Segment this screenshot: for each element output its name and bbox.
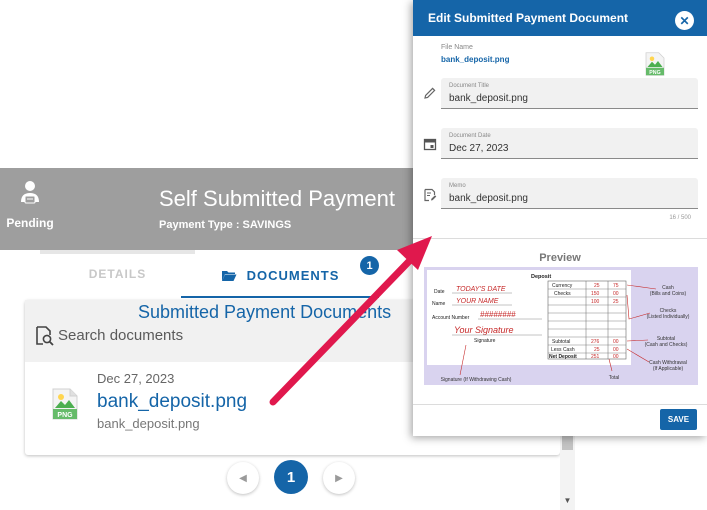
- document-title-value: bank_deposit.png: [449, 93, 528, 104]
- documents-count-badge: 1: [360, 256, 379, 275]
- page-subtitle: Payment Type : SAVINGS: [159, 219, 292, 231]
- slip-name-value: YOUR NAME: [456, 298, 499, 305]
- slip-row-0-dollars: 25: [594, 283, 600, 289]
- user-clock-icon: [21, 181, 39, 204]
- slip-row-1-dollars: 150: [591, 291, 600, 297]
- slip-signature-value: Your Signature: [454, 325, 514, 335]
- slip-row-2-cents: 25: [613, 299, 619, 305]
- folder-open-icon: [221, 270, 237, 281]
- svg-text:Cash Withdrawal(If Applicable): Cash Withdrawal (If Applicable): [649, 360, 687, 372]
- slip-name-label: Name: [432, 301, 446, 307]
- slip-row-3-dollars: 276: [591, 339, 600, 345]
- document-date-value: Dec 27, 2023: [449, 143, 509, 154]
- document-preview-image: Deposit Date TODAY'S DATE Name YOUR NAME…: [424, 267, 698, 385]
- document-search-icon: [36, 326, 54, 346]
- document-title-field[interactable]: Document Title bank_deposit.png: [441, 78, 698, 109]
- document-filename: bank_deposit.png: [97, 416, 200, 431]
- note-signature: Signature (If Withdrawing Cash): [441, 377, 512, 383]
- slip-heading: Deposit: [531, 274, 551, 280]
- chevron-right-icon: ▶: [335, 472, 343, 484]
- preview-title: Preview: [539, 252, 581, 264]
- pagination-current-page[interactable]: 1: [274, 460, 308, 494]
- png-file-icon: PNG: [645, 52, 665, 76]
- slip-row-5-cents: 00: [613, 354, 619, 360]
- svg-text:Checks(Listed Individually): Checks (Listed Individually): [647, 308, 690, 320]
- pagination-next-button[interactable]: ▶: [323, 462, 355, 494]
- svg-text:PNG: PNG: [649, 70, 660, 76]
- page-title: Self Submitted Payment: [159, 186, 396, 211]
- document-date-field[interactable]: Document Date Dec 27, 2023: [441, 128, 698, 159]
- svg-text:Subtotal(Cash and Checks): Subtotal (Cash and Checks): [645, 336, 688, 348]
- memo-character-counter: 16 / 500: [669, 215, 691, 221]
- slip-row-3-label: Subtotal: [552, 339, 570, 345]
- dialog-footer-divider: [413, 404, 707, 405]
- note-withdrawal-line2: (If Applicable): [653, 366, 684, 372]
- deposit-slip-preview: Deposit Date TODAY'S DATE Name YOUR NAME…: [427, 270, 690, 383]
- slip-row-5-label: Net Deposit: [549, 354, 577, 360]
- slip-row-4-dollars: 25: [594, 347, 600, 353]
- tab-documents[interactable]: DOCUMENTS: [181, 252, 379, 298]
- pencil-icon: [424, 87, 436, 99]
- slip-row-4-label: Less Cash: [551, 347, 575, 353]
- slip-row-5-dollars: 251: [591, 354, 600, 360]
- tab-details-label: DETAILS: [88, 267, 147, 281]
- screen: Pending Self Submitted Payment Payment T…: [0, 0, 707, 510]
- tab-documents-label: DOCUMENTS: [246, 267, 340, 283]
- slip-date-value: TODAY'S DATE: [456, 286, 506, 293]
- dialog-header: Edit Submitted Payment Document ✕: [413, 0, 707, 36]
- pagination-prev-button[interactable]: ◀: [227, 462, 259, 494]
- dialog-divider: [413, 238, 707, 239]
- edit-document-dialog: Edit Submitted Payment Document ✕ File N…: [413, 0, 707, 436]
- memo-value: bank_deposit.png: [449, 193, 528, 204]
- close-button[interactable]: ✕: [675, 11, 694, 30]
- slip-row-2-dollars: 100: [591, 299, 600, 305]
- slip-row-0-cents: 75: [613, 283, 619, 289]
- memo-field[interactable]: Memo bank_deposit.png: [441, 178, 698, 209]
- png-file-icon: PNG: [52, 388, 78, 420]
- note-total: Total: [609, 375, 620, 381]
- slip-row-3-cents: 00: [613, 339, 619, 345]
- documents-heading: Submitted Payment Documents: [138, 302, 392, 322]
- slip-account-value: ########: [480, 310, 516, 319]
- dialog-title: Edit Submitted Payment Document: [428, 11, 629, 25]
- file-name-label: File Name: [441, 44, 473, 51]
- note-subtotal-line2: (Cash and Checks): [645, 342, 688, 348]
- slip-row-1-cents: 00: [613, 291, 619, 297]
- document-name-link[interactable]: bank_deposit.png: [97, 391, 247, 413]
- slip-account-label: Account Number: [432, 315, 470, 321]
- status-label: Pending: [6, 216, 54, 230]
- svg-text:Cash(Bills and Coins): Cash (Bills and Coins): [650, 285, 687, 297]
- calendar-icon: [423, 138, 437, 151]
- document-date: Dec 27, 2023: [97, 371, 175, 386]
- file-name-value: bank_deposit.png: [441, 55, 510, 64]
- document-title-label: Document Title: [449, 83, 490, 89]
- svg-text:PNG: PNG: [57, 412, 73, 419]
- slip-signature-label: Signature: [474, 338, 496, 344]
- memo-label: Memo: [449, 183, 466, 189]
- save-button[interactable]: SAVE: [660, 409, 697, 430]
- slip-row-4-cents: 00: [613, 347, 619, 353]
- slip-row-1-label: Checks: [554, 291, 571, 297]
- memo-icon: [424, 188, 437, 202]
- scroll-down-arrow-icon[interactable]: ▼: [562, 494, 573, 506]
- tab-details[interactable]: DETAILS: [40, 250, 195, 298]
- close-icon: ✕: [679, 13, 690, 28]
- slip-row-0-label: Currency: [552, 283, 573, 289]
- search-documents-input[interactable]: [58, 323, 418, 347]
- status-indicator: Pending: [0, 180, 60, 230]
- slip-date-label: Date: [434, 289, 445, 295]
- document-date-label: Document Date: [449, 133, 491, 139]
- tab-documents-underline: [181, 296, 379, 298]
- note-checks-line2: (Listed Individually): [647, 314, 690, 320]
- note-cash-line2: (Bills and Coins): [650, 291, 687, 297]
- chevron-left-icon: ◀: [239, 472, 247, 484]
